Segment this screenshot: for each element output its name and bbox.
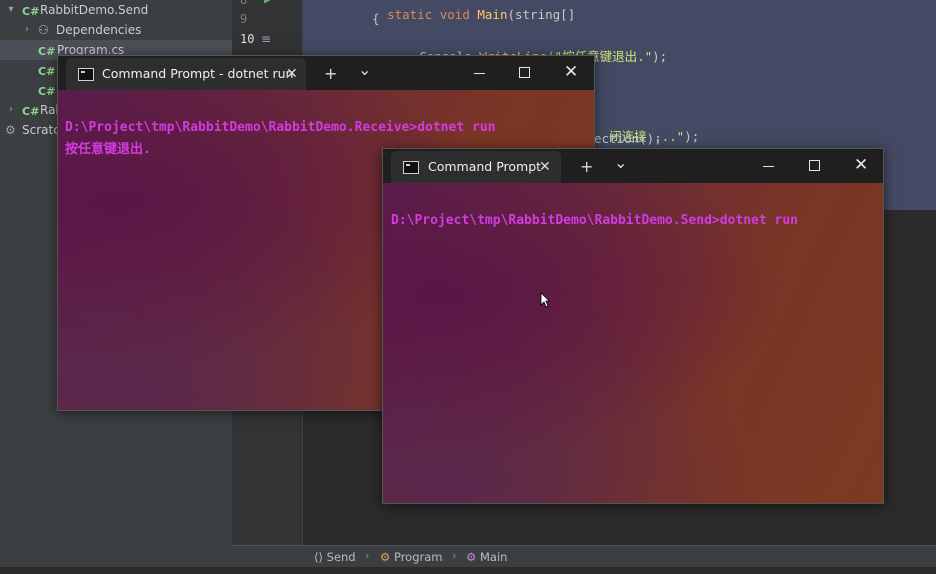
csharp-project-icon: C#: [22, 105, 40, 118]
breadcrumb-item[interactable]: ⟨⟩ Send: [314, 550, 356, 564]
breadcrumb: ⟨⟩ Send › ⚙ Program › ⚙ Main: [232, 545, 936, 568]
csharp-file-icon: C#: [38, 65, 56, 78]
line-number: 9: [240, 12, 248, 26]
chevron-right-icon[interactable]: ›: [6, 100, 16, 120]
tree-item-dependencies[interactable]: › ⚇ Dependencies: [0, 20, 232, 40]
terminal-body[interactable]: D:\Project\tmp\RabbitDemo\RabbitDemo.Sen…: [383, 183, 883, 503]
tab-title: Command Prompt - dotnet run: [102, 66, 294, 81]
bottom-toolbar: [0, 567, 936, 574]
new-tab-icon[interactable]: +: [580, 159, 593, 175]
tab-command-prompt[interactable]: Command Prompt ✕: [391, 151, 561, 183]
chevron-down-icon[interactable]: ⌄: [614, 155, 627, 171]
code-line-dispose: ection();: [594, 131, 662, 146]
tree-item-label: RabbitDemo.Send: [40, 3, 149, 17]
chevron-down-icon[interactable]: ⌄: [358, 62, 371, 78]
close-tab-icon[interactable]: ✕: [539, 151, 551, 183]
csharp-file-icon: C#: [38, 85, 56, 98]
close-tab-icon[interactable]: ✕: [286, 58, 298, 90]
minimize-icon[interactable]: [763, 166, 774, 167]
terminal-output-line: 按任意键退出.: [65, 142, 151, 157]
chevron-right-icon: ›: [452, 549, 457, 562]
terminal-window-send[interactable]: Command Prompt ✕ + ⌄ ✕ D:\Project\tmp\Ra…: [382, 148, 884, 504]
run-gutter-icon[interactable]: ▶: [264, 0, 272, 5]
terminal-output-line: D:\Project\tmp\RabbitDemo\RabbitDemo.Sen…: [391, 213, 798, 228]
tree-item-project[interactable]: ▾ C# RabbitDemo.Send: [0, 0, 232, 20]
title-bar[interactable]: Command Prompt ✕ + ⌄ ✕: [383, 149, 883, 183]
tab-command-prompt-dotnet[interactable]: Command Prompt - dotnet run ✕: [66, 58, 306, 90]
class-icon: ⚙: [380, 550, 391, 564]
chevron-right-icon[interactable]: ›: [22, 20, 32, 40]
method-icon: ⚙: [466, 550, 477, 564]
title-bar[interactable]: Command Prompt - dotnet run ✕ + ⌄ ✕: [58, 56, 594, 90]
chevron-right-icon: ›: [365, 549, 370, 562]
console-icon: [403, 161, 419, 174]
console-icon: [78, 68, 94, 81]
csharp-project-icon: C#: [22, 5, 40, 18]
line-number: 10: [240, 32, 255, 46]
close-icon[interactable]: ✕: [854, 157, 868, 174]
tab-title: Command Prompt: [428, 159, 542, 174]
scratch-icon: ⚙: [5, 123, 16, 137]
line-number: 8: [240, 0, 248, 7]
quick-fix-icon[interactable]: ≡: [261, 32, 271, 46]
terminal-output-line: D:\Project\tmp\RabbitDemo\RabbitDemo.Rec…: [65, 120, 496, 135]
mouse-cursor-icon: [540, 292, 550, 308]
csharp-file-icon: C#: [38, 45, 56, 58]
breadcrumb-item[interactable]: ⚙ Main: [466, 550, 507, 564]
code-line-8: static void Main(string[]: [387, 7, 583, 22]
minimize-icon[interactable]: [474, 73, 485, 74]
dependencies-icon: ⚇: [38, 23, 49, 37]
new-tab-icon[interactable]: +: [324, 66, 337, 82]
chevron-down-icon[interactable]: ▾: [6, 0, 16, 20]
code-line-9: {: [372, 11, 380, 26]
maximize-icon[interactable]: [809, 160, 820, 171]
close-icon[interactable]: ✕: [564, 64, 578, 81]
tree-item-label: Dependencies: [56, 23, 142, 37]
breadcrumb-item[interactable]: ⚙ Program: [380, 550, 443, 564]
namespace-icon: ⟨⟩: [314, 550, 323, 564]
maximize-icon[interactable]: [519, 67, 530, 78]
